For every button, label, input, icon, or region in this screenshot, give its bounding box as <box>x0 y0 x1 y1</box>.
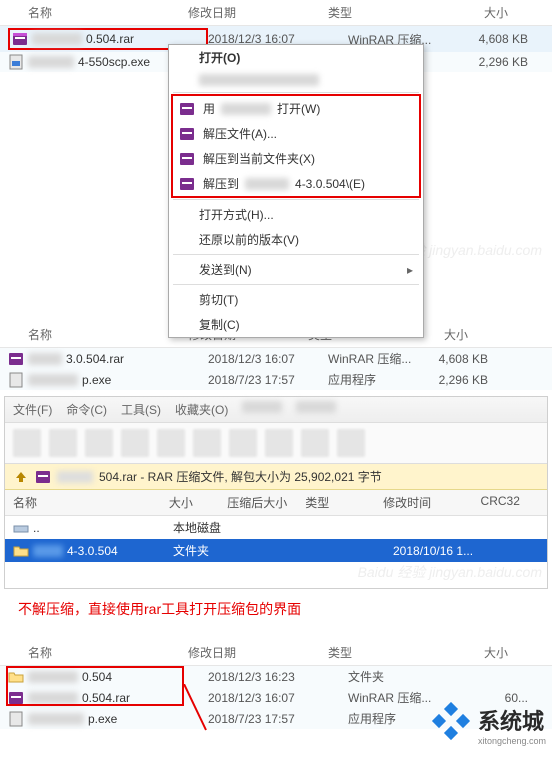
menu-fav[interactable]: 收藏夹(O) <box>175 401 228 418</box>
toolbar-button[interactable] <box>157 429 185 457</box>
toolbar-button[interactable] <box>301 429 329 457</box>
site-logo: 系统城 xitongcheng.com <box>428 702 546 748</box>
toolbar-button[interactable] <box>337 429 365 457</box>
panel-3-explorer: 名称 修改日期 类型 大小 0.504 2018/12/3 16:23 文件夹 … <box>0 640 552 750</box>
menu-blurred[interactable] <box>169 70 423 90</box>
col-name[interactable]: 名称 <box>8 4 188 21</box>
folder-icon <box>8 669 24 685</box>
menu-send-to[interactable]: 发送到(N)▸ <box>169 257 423 282</box>
menu-extract-here[interactable]: 解压到当前文件夹(X) <box>173 146 419 171</box>
exe-icon <box>8 372 24 388</box>
menu-copy[interactable]: 复制(C) <box>169 312 423 337</box>
menu-file[interactable]: 文件(F) <box>13 401 52 418</box>
toolbar-button[interactable] <box>13 429 41 457</box>
list-headers: 名称 大小 压缩后大小 类型 修改时间 CRC32 <box>5 490 547 516</box>
menubar: 文件(F) 命令(C) 工具(S) 收藏夹(O) <box>5 397 547 423</box>
file-row[interactable]: 0.504 2018/12/3 16:23 文件夹 <box>0 666 552 687</box>
panel-2: 名称 修改日期 类型 大小 3.0.504.rar 2018/12/3 16:0… <box>0 322 552 622</box>
menu-restore-version[interactable]: 还原以前的版本(V) <box>169 227 423 252</box>
logo-diamond-icon <box>428 702 474 748</box>
rar-icon <box>12 31 28 47</box>
col-type[interactable]: 类型 <box>328 4 428 21</box>
toolbar-button[interactable] <box>121 429 149 457</box>
rar-icon <box>35 469 51 485</box>
file-row[interactable]: p.exe 2018/7/23 17:57 应用程序 2,296 KB <box>0 369 552 390</box>
winrar-window: 文件(F) 命令(C) 工具(S) 收藏夹(O) 504.rar - RAR 压… <box>4 396 548 589</box>
menu-cut[interactable]: 剪切(T) <box>169 287 423 312</box>
toolbar-button[interactable] <box>229 429 257 457</box>
file-size: 2,296 KB <box>448 55 528 69</box>
menu-cmd[interactable]: 命令(C) <box>66 401 107 418</box>
menu-open-mode[interactable]: 打开方式(H)... <box>169 202 423 227</box>
menu-open-with-winrar[interactable]: 用 打开(W) <box>173 96 419 121</box>
rar-icon <box>179 176 195 192</box>
column-headers: 名称 修改日期 类型 大小 <box>0 0 552 26</box>
folder-icon <box>13 543 29 559</box>
toolbar-button[interactable] <box>193 429 221 457</box>
list-row-updir[interactable]: .. 本地磁盘 <box>5 516 547 539</box>
col-size[interactable]: 大小 <box>428 4 508 21</box>
up-icon[interactable] <box>13 469 29 485</box>
pathbar[interactable]: 504.rar - RAR 压缩文件, 解包大小为 25,902,021 字节 <box>5 464 547 490</box>
file-row[interactable]: 3.0.504.rar 2018/12/3 16:07 WinRAR 压缩...… <box>0 348 552 369</box>
menu-extract-to[interactable]: 解压到 4-3.0.504\(E) <box>173 171 419 196</box>
exe-icon <box>8 711 24 727</box>
rar-icon <box>179 151 195 167</box>
file-size: 4,608 KB <box>448 32 528 46</box>
toolbar-button[interactable] <box>265 429 293 457</box>
chevron-right-icon: ▸ <box>407 263 413 277</box>
rar-icon <box>179 101 195 117</box>
drive-icon <box>13 520 29 536</box>
menu-extract-files[interactable]: 解压文件(A)... <box>173 121 419 146</box>
column-headers: 名称 修改日期 类型 大小 <box>0 640 552 666</box>
menu-open[interactable]: 打开(O) <box>169 45 423 70</box>
toolbar-button[interactable] <box>85 429 113 457</box>
rar-icon <box>179 126 195 142</box>
menu-tool[interactable]: 工具(S) <box>121 401 161 418</box>
list-row-folder[interactable]: 4-3.0.504 文件夹 2018/10/16 1... <box>5 539 547 562</box>
context-menu: 打开(O) 用 打开(W) 解压文件(A)... 解压到当前文件夹(X) 解压到 <box>168 44 424 338</box>
file-name: 4-550scp.exe <box>78 55 150 69</box>
arrow-annotation <box>182 684 212 734</box>
col-date[interactable]: 修改日期 <box>188 4 328 21</box>
caption-text: 不解压缩，直接使用rar工具打开压缩包的界面 <box>0 589 552 629</box>
toolbar-button[interactable] <box>49 429 77 457</box>
file-name: 0.504.rar <box>86 32 134 46</box>
rar-icon <box>8 690 24 706</box>
exe-icon <box>8 54 24 70</box>
rar-icon <box>8 351 24 367</box>
panel-1-explorer: 名称 修改日期 类型 大小 0.504.rar 2018/12/3 16:07 … <box>0 0 552 304</box>
toolbar <box>5 423 547 464</box>
